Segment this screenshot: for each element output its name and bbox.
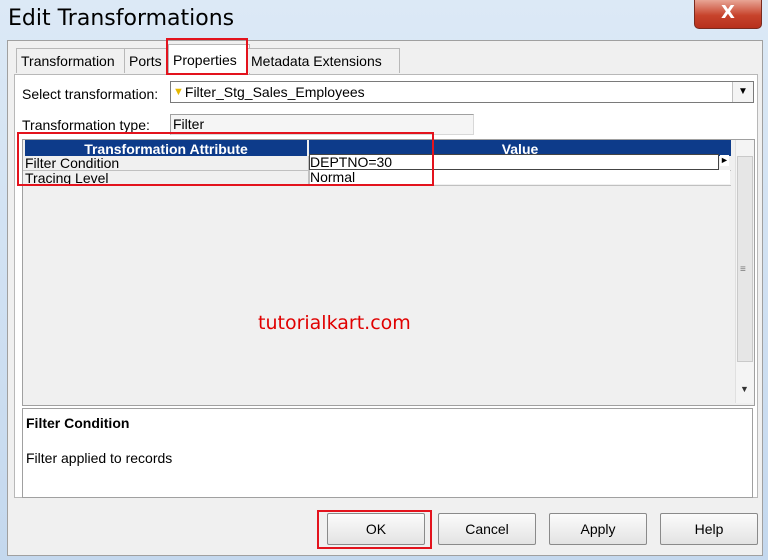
attribute-cell-tracing-level: Tracing Level	[25, 171, 109, 185]
scrollbar-thumb[interactable]	[737, 156, 753, 362]
column-divider	[308, 156, 309, 186]
watermark-text: tutorialkart.com	[258, 312, 411, 334]
selected-transformation: Filter_Stg_Sales_Employees	[184, 84, 365, 100]
tab-ports[interactable]: Ports	[124, 48, 174, 73]
tab-transformation[interactable]: Transformation	[16, 48, 128, 73]
transformation-type-value: Filter	[170, 114, 474, 135]
scrollbar-grip-icon: ≡	[740, 264, 746, 275]
select-transformation-dropdown[interactable]: ▼Filter_Stg_Sales_Employees ▼	[170, 81, 754, 103]
column-header-attribute[interactable]: Transformation Attribute	[25, 140, 307, 156]
row-divider	[23, 185, 731, 186]
cancel-button[interactable]: Cancel	[438, 513, 536, 545]
attribute-cell-filter-condition: Filter Condition	[25, 156, 120, 170]
window-title: Edit Transformations	[8, 6, 235, 31]
value-cell-tracing-level[interactable]: Normal	[309, 170, 730, 184]
close-button[interactable]: X	[694, 0, 762, 29]
grid-scrollbar[interactable]: ≡ ▼	[735, 140, 754, 403]
select-transformation-label: Select transformation:	[22, 86, 159, 102]
properties-grid: Transformation Attribute Value Filter Co…	[22, 139, 755, 406]
description-text: Filter applied to records	[26, 450, 173, 466]
scroll-down-arrow-icon[interactable]: ▼	[740, 384, 749, 394]
description-title: Filter Condition	[26, 415, 130, 431]
value-cell-filter-condition[interactable]: DEPTNO=30	[309, 154, 719, 170]
chevron-down-icon[interactable]: ▼	[732, 82, 753, 102]
description-panel: Filter Condition Filter applied to recor…	[22, 408, 753, 498]
filter-diamond-icon: ▼	[173, 86, 184, 98]
help-button[interactable]: Help	[660, 513, 758, 545]
tab-metadata-extensions[interactable]: Metadata Extensions	[246, 48, 400, 73]
ok-button[interactable]: OK	[327, 513, 425, 545]
transformation-type-label: Transformation type:	[22, 117, 150, 133]
apply-button[interactable]: Apply	[549, 513, 647, 545]
tab-properties[interactable]: Properties	[168, 44, 250, 75]
edit-transformations-window: Edit Transformations X Transformation Po…	[0, 0, 768, 560]
expression-editor-icon[interactable]: ►	[720, 155, 729, 166]
